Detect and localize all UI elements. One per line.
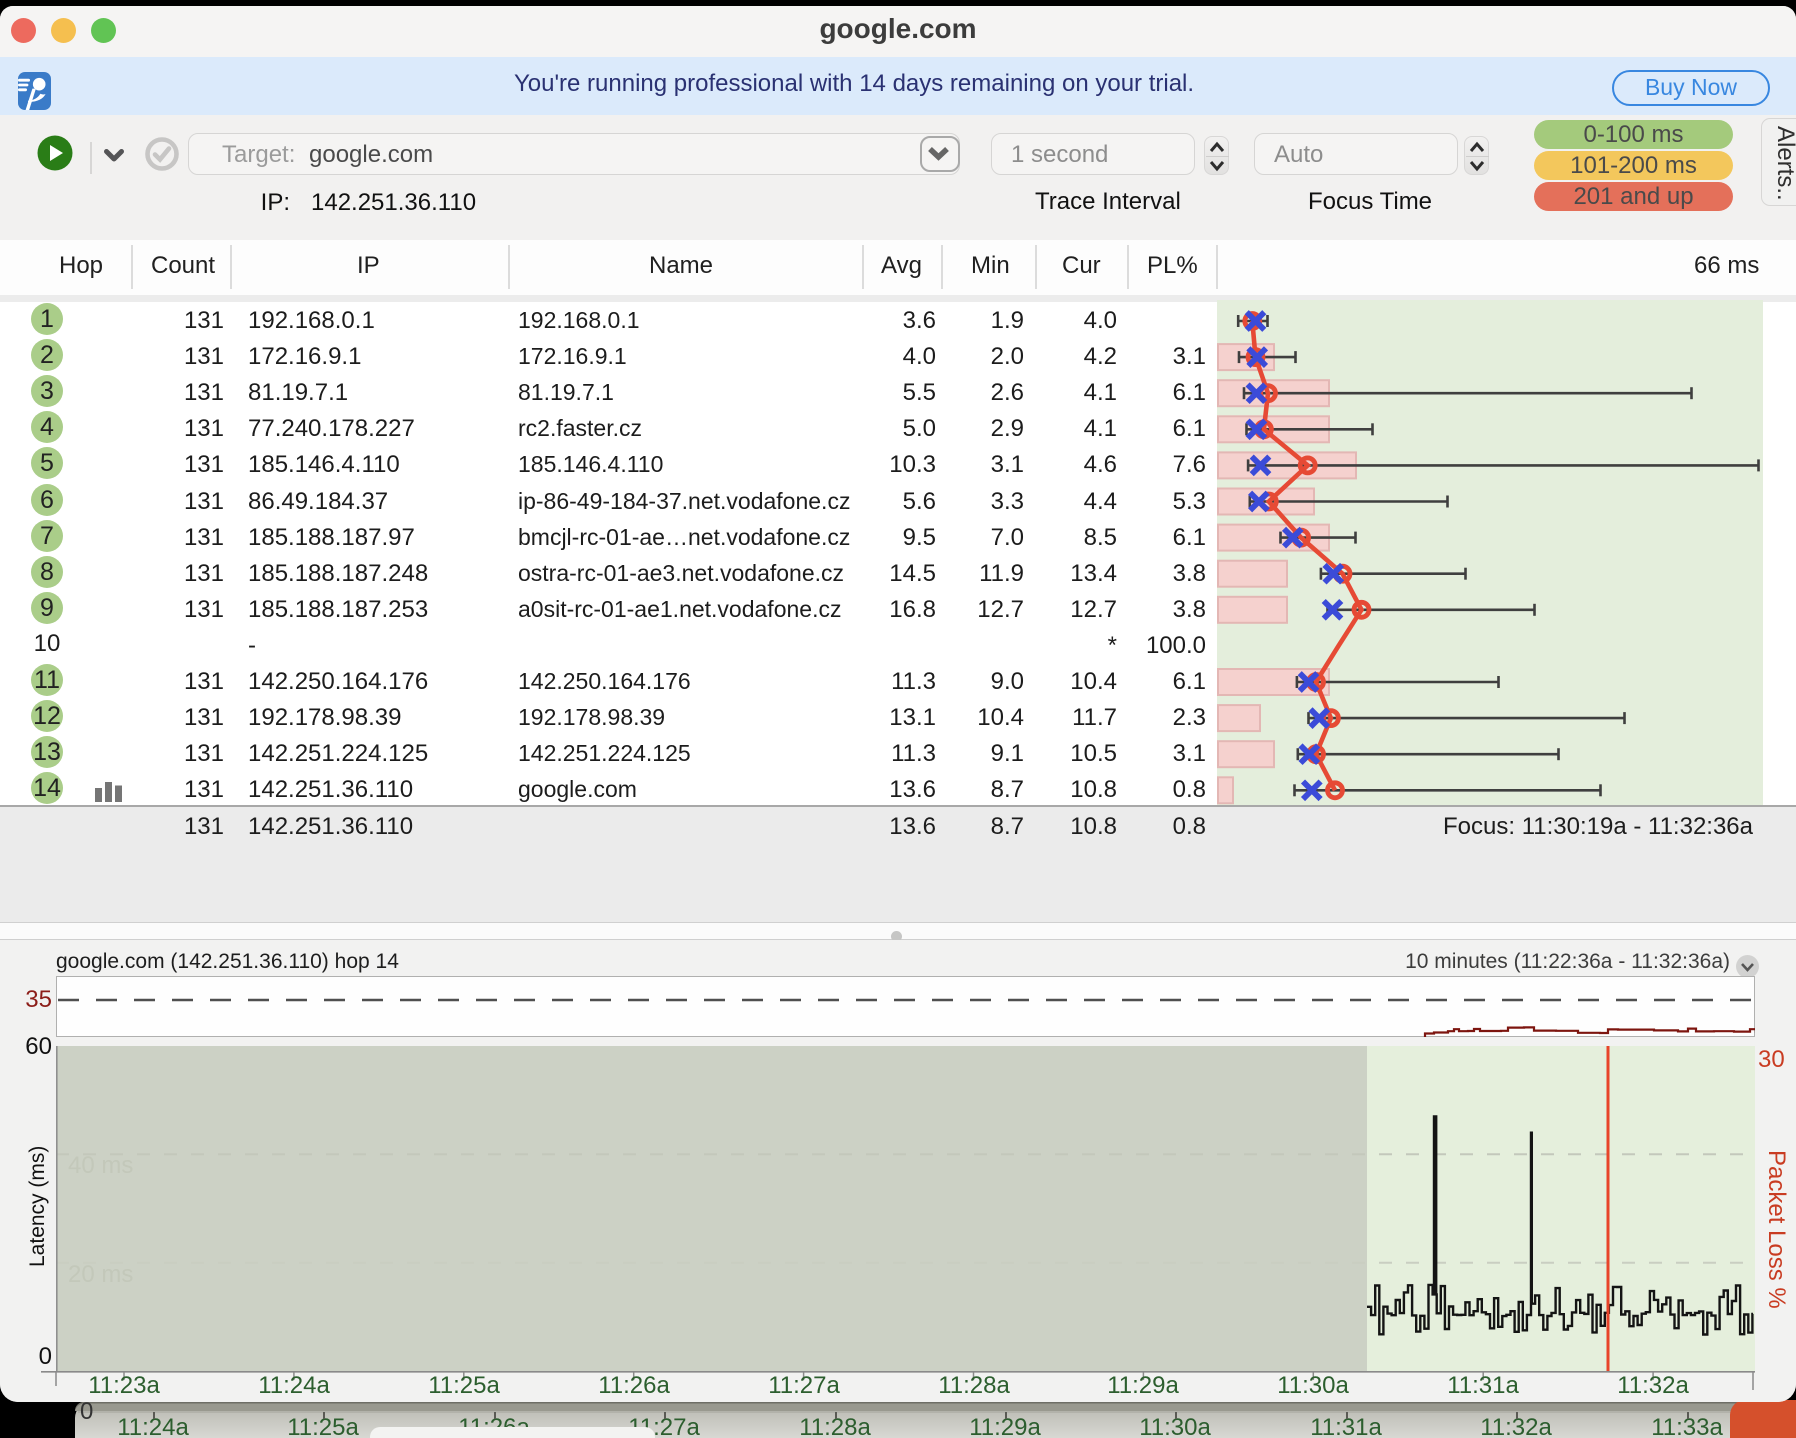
svg-text:20 ms: 20 ms (68, 1261, 133, 1288)
svg-text:40 ms: 40 ms (68, 1152, 133, 1179)
